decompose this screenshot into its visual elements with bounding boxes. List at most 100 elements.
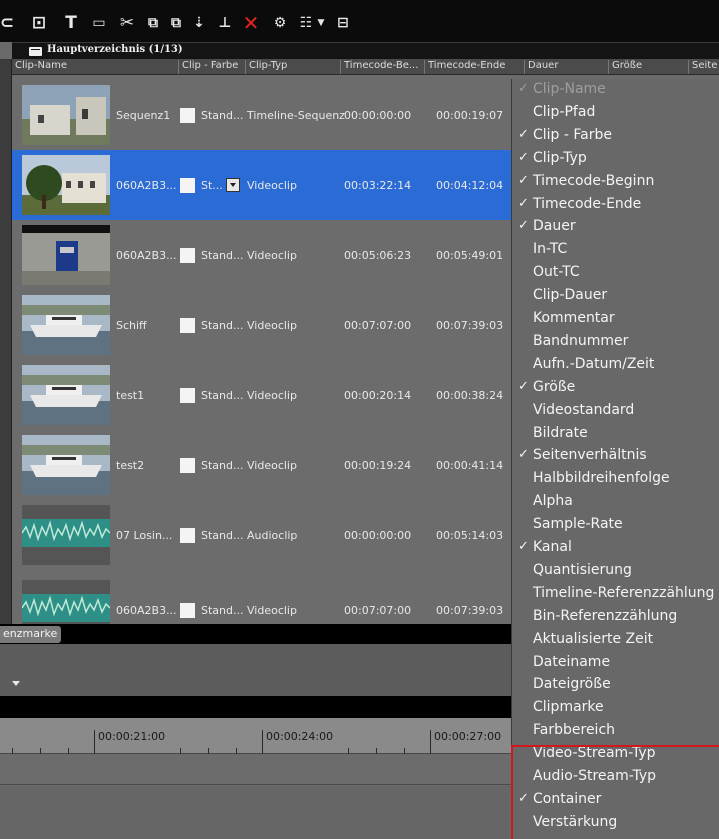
menu-item[interactable]: Alpha [512, 491, 719, 514]
menu-item-label: Container [533, 790, 602, 807]
clip-timecode-end: 00:07:39:03 [436, 318, 504, 332]
menu-item[interactable]: Dateiname [512, 652, 719, 675]
menu-item[interactable]: Aufn.-Datum/Zeit [512, 354, 719, 377]
menu-item[interactable]: ✓ Seitenverhältnis [512, 445, 719, 468]
clip-thumbnail [22, 295, 110, 355]
column-clip-color[interactable]: Clip - Farbe [178, 60, 248, 74]
clip-type: Videoclip [247, 603, 297, 617]
column-aspect[interactable]: Seite [688, 60, 719, 74]
menu-item[interactable]: Out-TC [512, 262, 719, 285]
menu-item[interactable]: Timeline-Referenzzählung [512, 583, 719, 606]
menu-item[interactable]: Sample-Rate [512, 514, 719, 537]
menu-item[interactable]: Farbbereich [512, 720, 719, 743]
menu-item[interactable]: Video-Stream-Typ [512, 743, 719, 766]
menu-item-label: Videostandard [533, 401, 635, 418]
menu-item[interactable]: ✓ Clip - Farbe [512, 125, 719, 148]
clip-type: Videoclip [247, 178, 297, 192]
menu-item-label: Sample-Rate [533, 516, 623, 533]
column-timecode-end[interactable]: Timecode-Ende [424, 60, 510, 74]
clip-name: 060A2B3... [116, 248, 177, 262]
menu-item[interactable]: ✓ Timecode-Ende [512, 194, 719, 217]
chevron-down-icon[interactable]: ▼ [316, 12, 326, 34]
menu-item-label: In-TC [533, 241, 568, 258]
clip-color-swatch[interactable] [180, 318, 195, 333]
menu-item[interactable]: Kommentar [512, 308, 719, 331]
clip-timecode-begin: 00:00:20:14 [344, 388, 412, 402]
menu-item-label: Größe [533, 378, 576, 395]
list-view-icon[interactable]: ☷ [295, 12, 317, 34]
menu-item[interactable]: ✓ Clip-Name [512, 79, 719, 102]
paste-icon[interactable]: ⧉ [166, 12, 186, 34]
clip-color: Stand... [201, 458, 244, 472]
clip-name: 060A2B3... [116, 178, 177, 192]
clip-type: Audioclip [247, 528, 298, 542]
tab-marker[interactable]: enzmarke [0, 626, 62, 643]
menu-item[interactable]: Quantisierung [512, 560, 719, 583]
storyboard-icon[interactable]: ⊟ [333, 12, 353, 34]
clip-name: 060A2B3... [116, 603, 177, 617]
menu-item[interactable]: Audio-Stream-Typ [512, 766, 719, 789]
clip-color: Stand... [201, 108, 244, 122]
clip-name: Schiff [116, 318, 147, 332]
left-scroll-strip[interactable] [0, 59, 12, 624]
menu-item[interactable]: Aktualisierte Zeit [512, 629, 719, 652]
menu-item[interactable]: Clip-Dauer [512, 285, 719, 308]
menu-item[interactable]: Halbbildreihenfolge [512, 468, 719, 491]
menu-item[interactable]: ✓ Timecode-Beginn [512, 171, 719, 194]
menu-item[interactable]: Bildrate [512, 423, 719, 446]
check-icon: ✓ [518, 378, 529, 394]
overwrite-icon[interactable]: ⊥ [214, 12, 236, 34]
clip-color-swatch[interactable] [180, 528, 195, 543]
clip-type: Timeline-Sequenz [247, 108, 345, 122]
menu-item[interactable]: Bandnummer [512, 331, 719, 354]
column-duration[interactable]: Dauer [524, 60, 594, 74]
clip-color-swatch[interactable] [180, 458, 195, 473]
menu-item[interactable]: ✓ Clip-Typ [512, 148, 719, 171]
clip-color: St... [201, 178, 223, 192]
menu-item-label: Alpha [533, 493, 573, 510]
cut-icon[interactable]: ✂ [117, 12, 137, 34]
menu-item[interactable]: Videostandard [512, 400, 719, 423]
menu-item[interactable]: ✓ Dauer [512, 216, 719, 239]
menu-item[interactable]: ✓ Container [512, 789, 719, 812]
color-dropdown-button[interactable] [226, 178, 240, 192]
menu-item[interactable]: ✓ Größe [512, 377, 719, 400]
menu-item[interactable]: Bin-Referenzzählung [512, 606, 719, 629]
clip-color-swatch[interactable] [180, 248, 195, 263]
menu-item[interactable]: In-TC [512, 239, 719, 262]
clip-color-swatch[interactable] [180, 108, 195, 123]
monitor-icon[interactable]: ▭ [88, 12, 110, 34]
column-clip-name[interactable]: Clip-Name [12, 60, 182, 74]
clip-thumbnail [22, 580, 110, 624]
menu-item[interactable]: Dateigröße [512, 674, 719, 697]
menu-item[interactable]: ✓ Kanal [512, 537, 719, 560]
title-icon[interactable]: T [62, 12, 80, 34]
menu-item[interactable]: Verstärkung [512, 812, 719, 835]
clip-color-swatch[interactable] [180, 603, 195, 618]
ruler-tick [376, 748, 377, 754]
clip-thumbnail [22, 155, 110, 215]
insert-icon[interactable]: ⇣ [189, 12, 209, 34]
nav-left-icon[interactable]: ⊂ [0, 12, 14, 34]
copy-icon[interactable]: ⧉ [143, 12, 163, 34]
column-timecode-begin[interactable]: Timecode-Be... [340, 60, 424, 74]
clip-type: Videoclip [247, 318, 297, 332]
clip-color-swatch[interactable] [180, 388, 195, 403]
properties-icon[interactable]: ⚙ [270, 12, 290, 34]
chevron-down-icon[interactable] [12, 681, 20, 686]
clip-name: test2 [116, 458, 145, 472]
menu-item-label: Clip-Typ [533, 149, 587, 166]
clip-timecode-begin: 00:07:07:00 [344, 318, 412, 332]
column-clip-type[interactable]: Clip-Typ [245, 60, 335, 74]
check-icon: ✓ [518, 126, 529, 142]
clip-color: Stand... [201, 528, 244, 542]
column-size[interactable]: Größe [608, 60, 678, 74]
ruler-label: 00:00:27:00 [434, 730, 502, 743]
menu-item[interactable]: Clip-Pfad [512, 102, 719, 125]
clip-color-swatch[interactable] [180, 178, 195, 193]
clip-thumbnail [22, 435, 110, 495]
folder-in-icon[interactable]: ⊡ [28, 12, 50, 34]
menu-item-label: Clip - Farbe [533, 126, 612, 143]
delete-icon[interactable]: ✕ [240, 11, 262, 35]
menu-item[interactable]: Clipmarke [512, 697, 719, 720]
